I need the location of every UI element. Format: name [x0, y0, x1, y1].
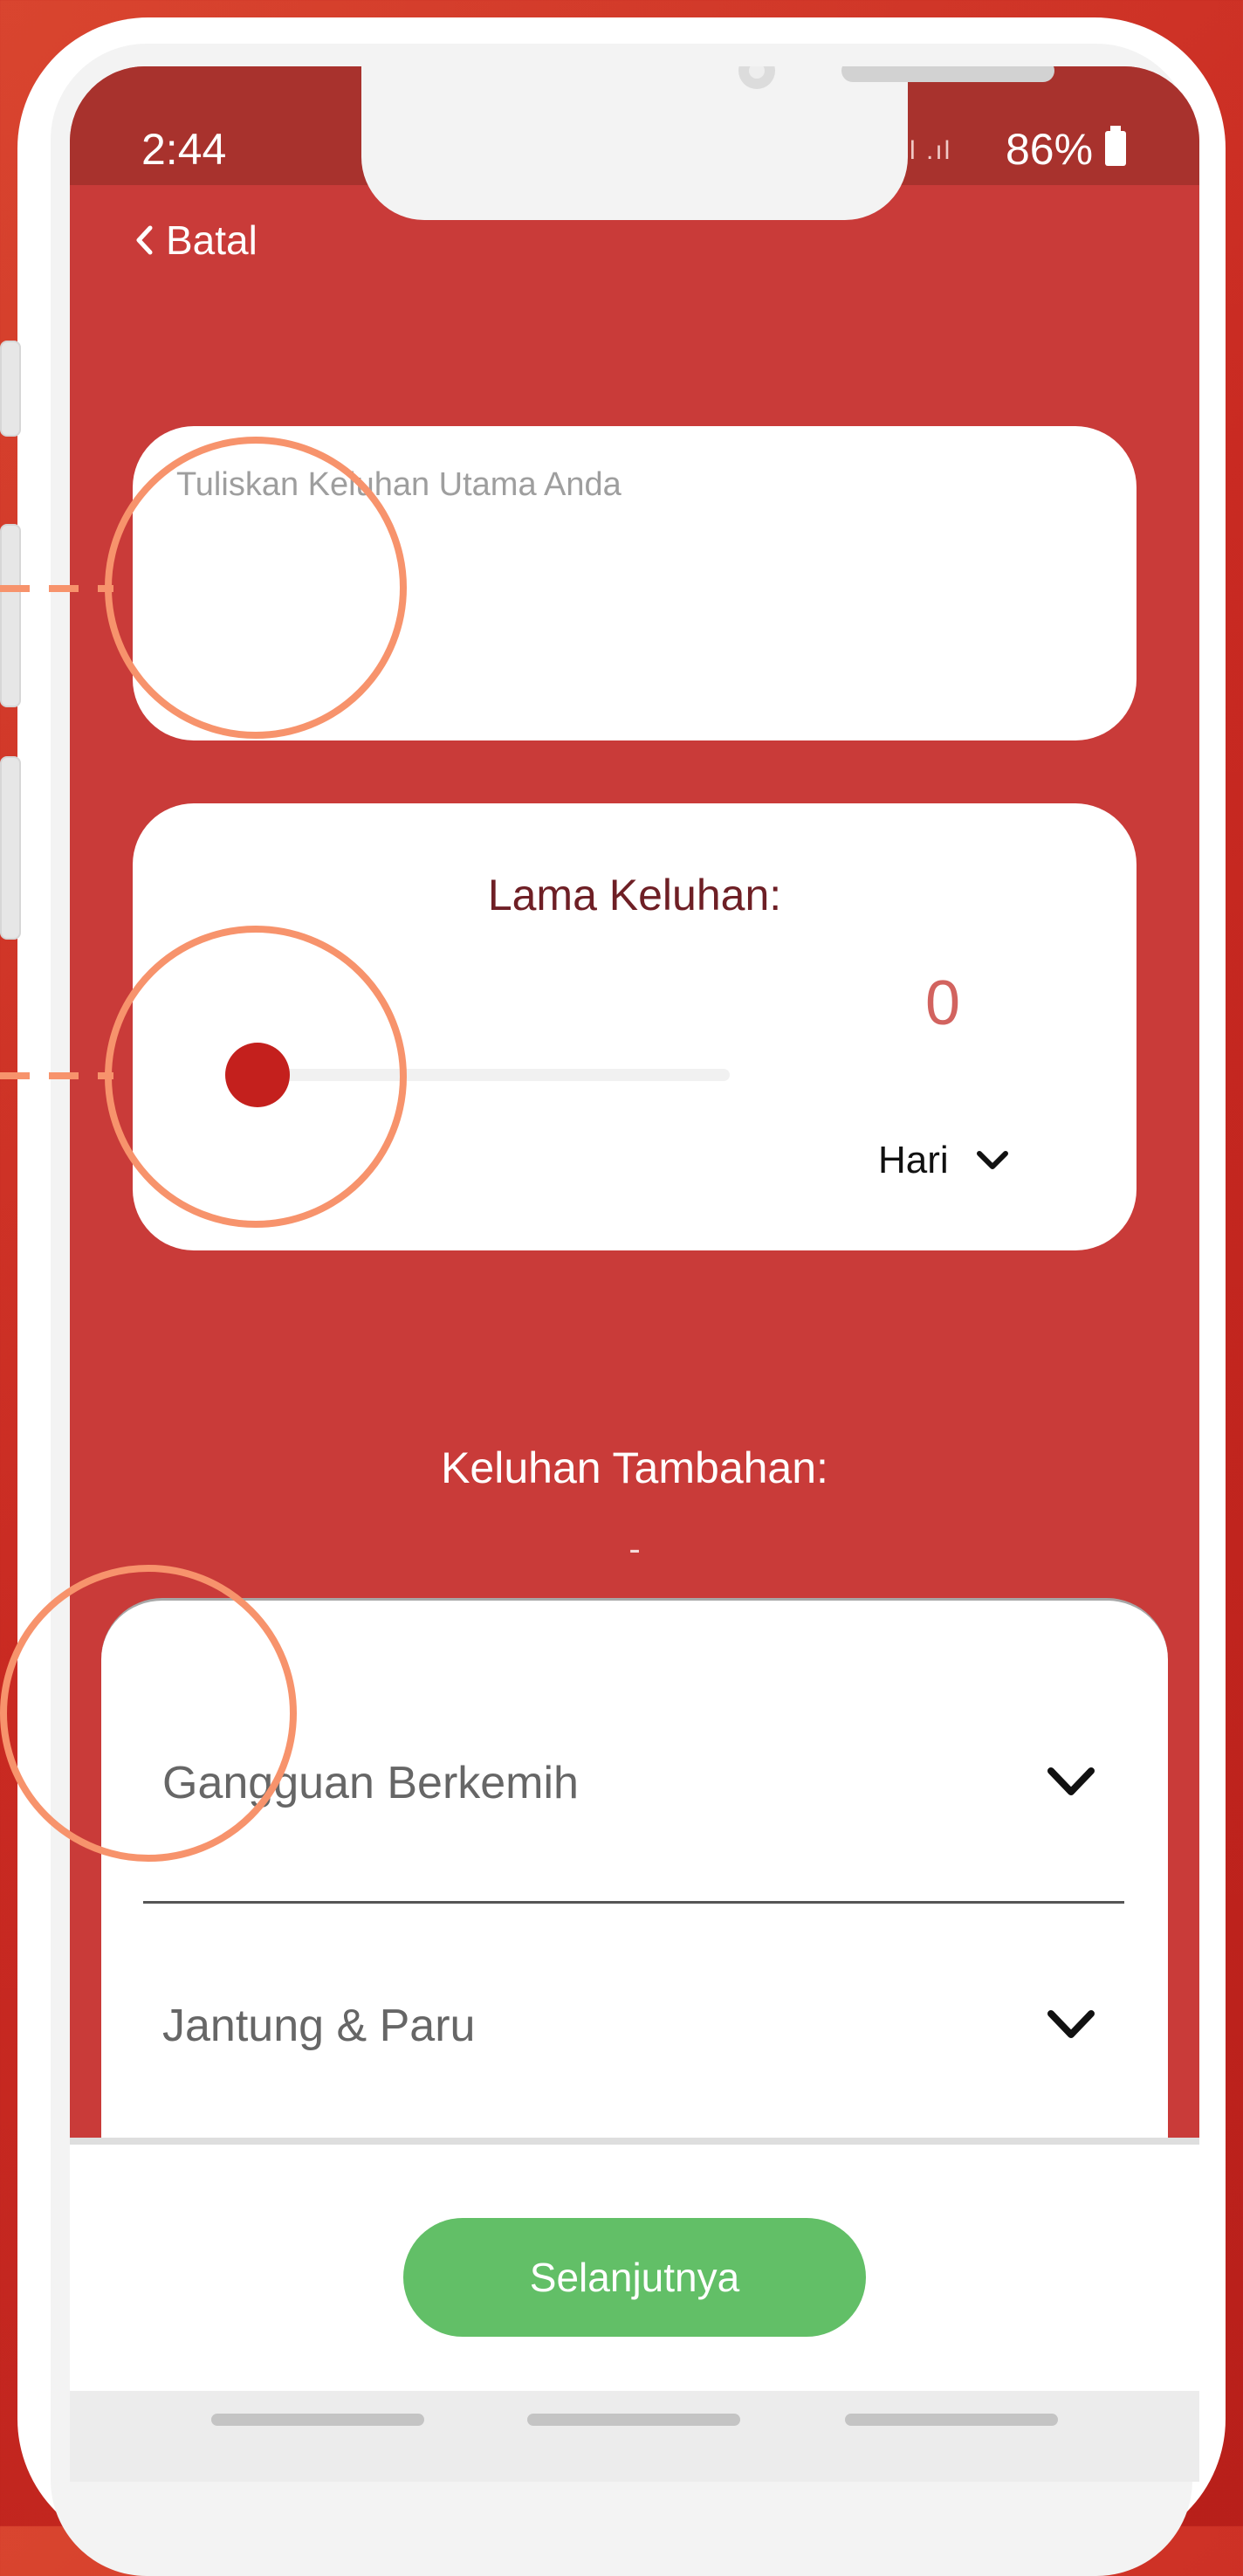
- duration-unit-select[interactable]: Hari: [878, 1139, 1010, 1182]
- next-button[interactable]: Selanjutnya: [403, 2218, 866, 2337]
- camera-icon: [738, 66, 775, 89]
- side-button: [0, 524, 21, 707]
- side-button: [0, 756, 21, 940]
- accordion-item-label: Jantung & Paru: [162, 2001, 476, 2051]
- bottom-action-bar: Selanjutnya: [70, 2138, 1199, 2391]
- side-button: [0, 341, 21, 437]
- annotation-circle: [0, 1565, 297, 1862]
- battery-level: 86%: [1006, 125, 1094, 174]
- annotation-circle: [105, 437, 407, 739]
- battery-icon: [1105, 126, 1126, 166]
- accordion-item-jantung-paru[interactable]: Jantung & Paru: [143, 1905, 1124, 2146]
- system-nav-bar: [70, 2391, 1199, 2482]
- duration-title: Lama Keluhan:: [487, 871, 782, 920]
- annotation-circle: [105, 926, 407, 1228]
- notch: [361, 66, 1054, 220]
- chevron-down-icon: [1047, 1767, 1095, 1795]
- speaker-grille: [841, 66, 1054, 82]
- nav-recents-button[interactable]: [211, 2414, 424, 2426]
- status-time: 2:44: [141, 125, 227, 174]
- back-label: Batal: [166, 217, 258, 263]
- additional-complaints-title: Keluhan Tambahan:: [441, 1443, 828, 1492]
- app-screen: 2:44 ·ᵼᵻ.ıl .ıl 86% Batal Lama Keluhan: …: [70, 66, 1199, 2389]
- back-button[interactable]: Batal: [134, 217, 258, 264]
- additional-complaints-value: -: [628, 1530, 641, 1568]
- nav-back-button[interactable]: [845, 2414, 1058, 2426]
- duration-unit-label: Hari: [878, 1139, 949, 1181]
- chevron-down-icon: [976, 1151, 1008, 1169]
- nav-home-button[interactable]: [527, 2414, 740, 2426]
- chevron-down-icon: [1047, 2010, 1095, 2038]
- annotation-line: [0, 1072, 113, 1079]
- annotation-line: [0, 585, 113, 592]
- chevron-left-icon: [136, 225, 153, 255]
- duration-value: 0: [924, 968, 961, 1038]
